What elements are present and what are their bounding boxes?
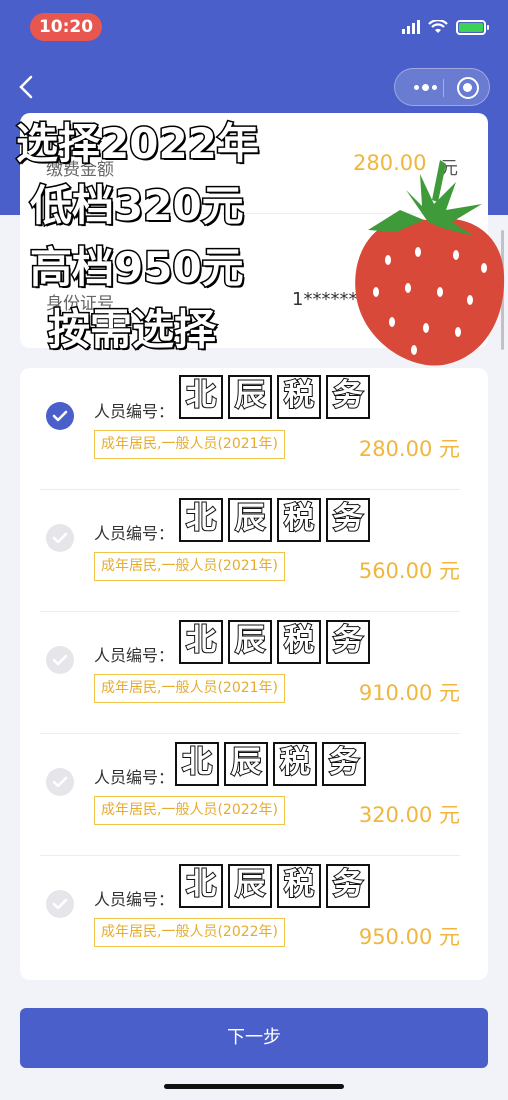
stamp-char: 辰 — [228, 375, 272, 419]
stamp-char: 税 — [277, 375, 321, 419]
stamp-char: 务 — [326, 864, 370, 908]
stamp-char: 辰 — [224, 742, 268, 786]
payment-option[interactable]: 人员编号： 北辰税务 成年居民,一般人员(2021年) 560.00 元 — [20, 490, 488, 612]
next-step-button[interactable]: 下一步 — [20, 1008, 488, 1068]
stamp-char: 辰 — [228, 864, 272, 908]
battery-icon — [456, 19, 489, 35]
stamp-char: 税 — [273, 742, 317, 786]
stamp-char: 税 — [277, 620, 321, 664]
wifi-icon — [428, 20, 448, 33]
stamp-overlay: 北辰税务 — [179, 375, 370, 419]
stamp-char: 北 — [179, 864, 223, 908]
payment-option[interactable]: 人员编号： 北辰税务 成年居民,一般人员(2021年) 280.00 元 — [20, 368, 488, 490]
option-amount: 950.00 元 — [358, 925, 460, 949]
stamp-char: 税 — [277, 498, 321, 542]
stamp-overlay: 北辰税务 — [175, 742, 366, 786]
stamp-char: 辰 — [228, 498, 272, 542]
option-amount: 280.00 元 — [358, 437, 460, 461]
option-amount: 320.00 元 — [358, 803, 460, 827]
stamp-char: 务 — [326, 498, 370, 542]
payment-option[interactable]: 人员编号： 北辰税务 成年居民,一般人员(2021年) 910.00 元 — [20, 612, 488, 734]
stamp-char: 务 — [326, 620, 370, 664]
person-id-label: 人员编号： — [94, 646, 175, 665]
status-icons — [402, 17, 489, 37]
close-target-icon[interactable] — [457, 77, 479, 99]
stamp-char: 北 — [179, 375, 223, 419]
status-bar: 10:20 — [0, 0, 508, 52]
person-id-label: 人员编号： — [94, 524, 175, 543]
category-tag: 成年居民,一般人员(2022年) — [94, 796, 286, 825]
stamp-char: 务 — [326, 375, 370, 419]
checkbox-unchecked-icon[interactable] — [46, 524, 74, 552]
overlay-caption-line2: 低档320元 — [29, 180, 246, 232]
stamp-char: 北 — [179, 498, 223, 542]
person-id-label: 人员编号： — [94, 402, 175, 421]
checkbox-unchecked-icon[interactable] — [46, 768, 74, 796]
person-id-label: 人员编号： — [94, 890, 175, 909]
overlay-caption-line1: 选择2022年 — [15, 118, 261, 170]
checkbox-unchecked-icon[interactable] — [46, 646, 74, 674]
payment-option[interactable]: 人员编号： 北辰税务 成年居民,一般人员(2022年) 950.00 元 — [20, 856, 488, 978]
checkbox-unchecked-icon[interactable] — [46, 890, 74, 918]
status-time: 10:20 — [30, 13, 102, 41]
category-tag: 成年居民,一般人员(2021年) — [94, 552, 286, 581]
more-options-icon[interactable] — [409, 78, 441, 96]
option-amount: 560.00 元 — [358, 559, 460, 583]
checkbox-checked-icon[interactable] — [46, 402, 74, 430]
back-arrow-icon[interactable] — [16, 74, 38, 100]
stamp-overlay: 北辰税务 — [179, 864, 370, 908]
stamp-char: 辰 — [228, 620, 272, 664]
signal-icon — [402, 20, 420, 34]
payment-option[interactable]: 人员编号： 北辰税务 成年居民,一般人员(2022年) 320.00 元 — [20, 734, 488, 856]
category-tag: 成年居民,一般人员(2021年) — [94, 430, 286, 459]
strawberry-sticker — [355, 160, 505, 366]
home-indicator — [164, 1084, 344, 1089]
stamp-char: 北 — [179, 620, 223, 664]
payment-option-list: 人员编号： 北辰税务 成年居民,一般人员(2021年) 280.00 元 人员编… — [20, 368, 488, 980]
category-tag: 成年居民,一般人员(2022年) — [94, 918, 286, 947]
category-tag: 成年居民,一般人员(2021年) — [94, 674, 286, 703]
stamp-overlay: 北辰税务 — [179, 498, 370, 542]
stamp-overlay: 北辰税务 — [179, 620, 370, 664]
stamp-char: 税 — [277, 864, 321, 908]
overlay-caption-line4: 按需选择 — [46, 304, 217, 356]
stamp-char: 北 — [175, 742, 219, 786]
stamp-char: 务 — [322, 742, 366, 786]
option-amount: 910.00 元 — [358, 681, 460, 705]
person-id-label: 人员编号： — [94, 768, 175, 787]
mini-program-capsule — [394, 68, 490, 106]
overlay-caption-line3: 高档950元 — [29, 242, 246, 294]
